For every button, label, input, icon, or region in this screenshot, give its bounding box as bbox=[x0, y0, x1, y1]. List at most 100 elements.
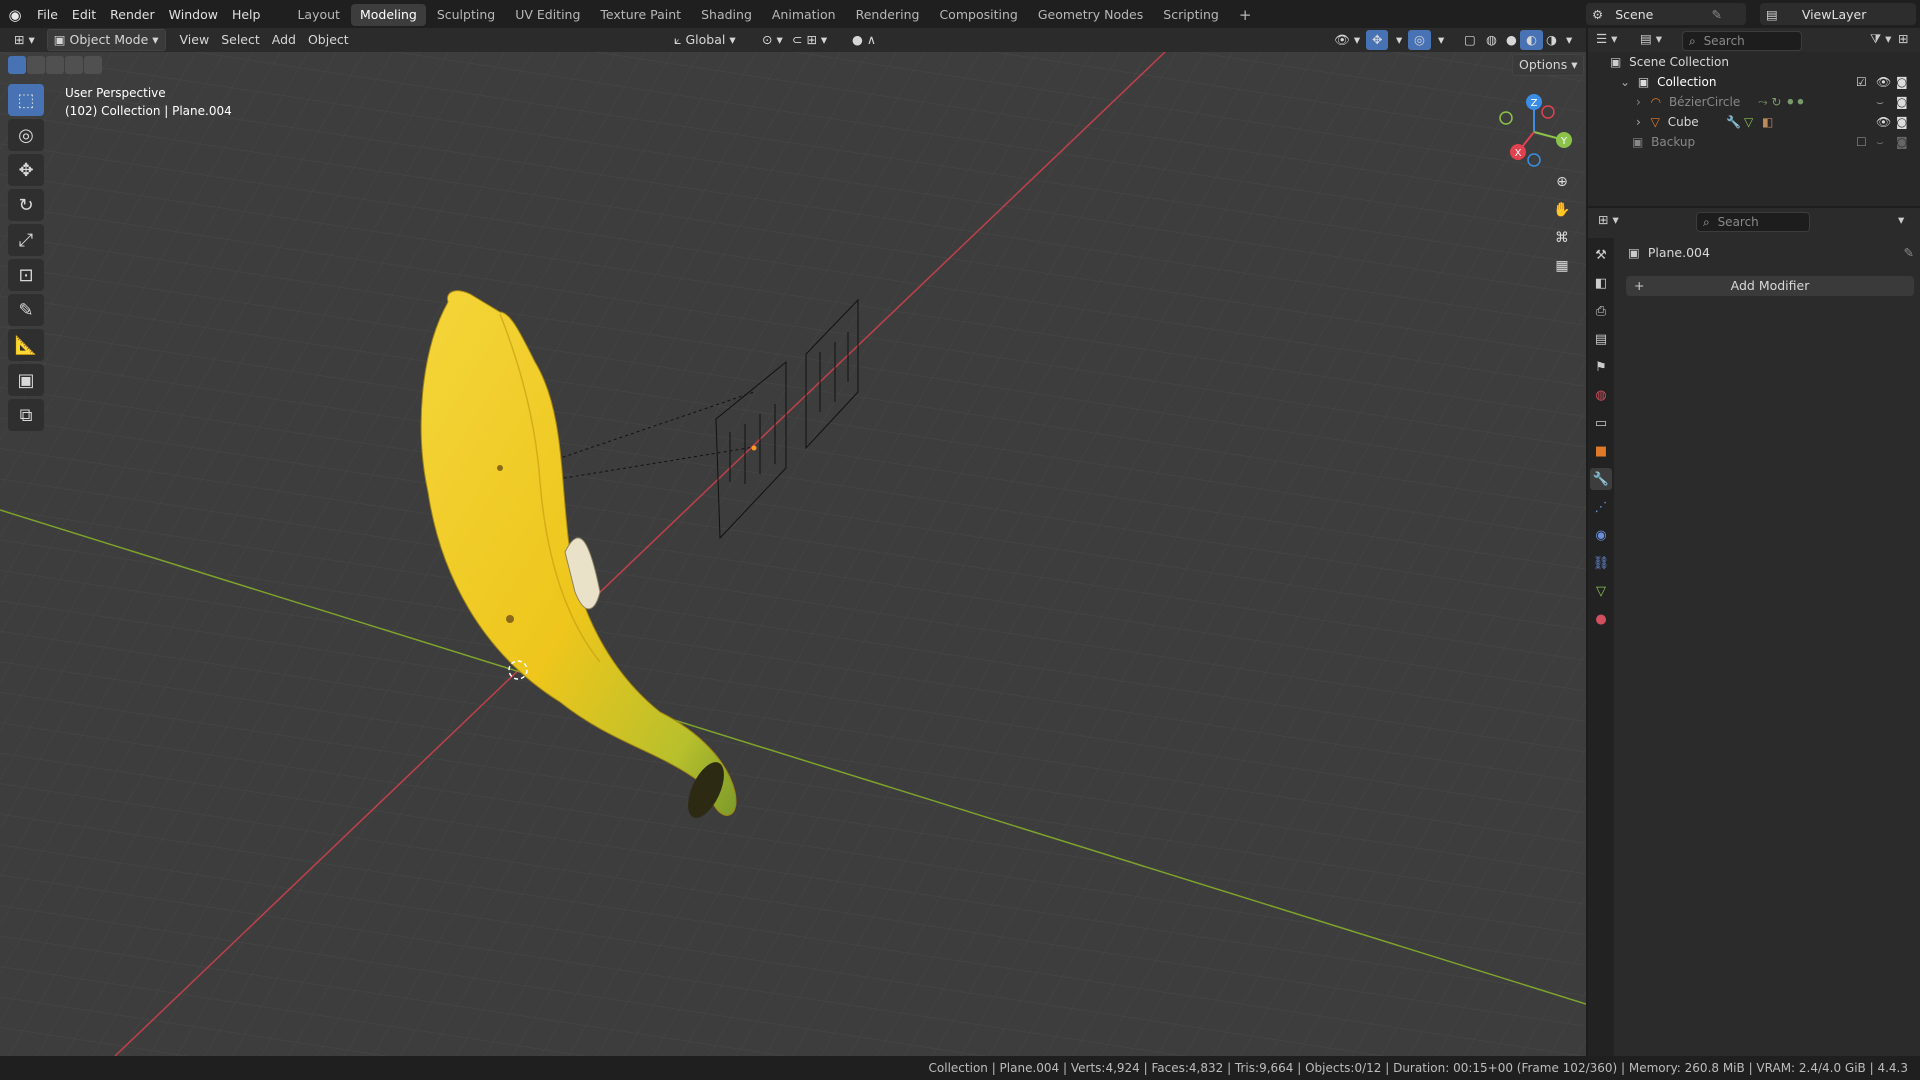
expand-arrow-icon[interactable]: ⌄ bbox=[1620, 75, 1630, 89]
tab-modeling[interactable]: Modeling bbox=[350, 4, 426, 26]
expand-arrow-icon[interactable]: › bbox=[1636, 115, 1641, 129]
menu-window[interactable]: Window bbox=[162, 0, 225, 30]
data-tab-icon[interactable]: ▽ bbox=[1590, 580, 1612, 602]
add-cube-tool-icon[interactable]: ▣ bbox=[8, 364, 44, 396]
eye-icon[interactable]: 👁 bbox=[1876, 72, 1891, 92]
menu-select[interactable]: Select bbox=[215, 30, 266, 50]
viewport-scene[interactable] bbox=[0, 52, 1586, 1056]
material-tab-icon[interactable]: ● bbox=[1590, 608, 1612, 630]
annotate-tool-icon[interactable]: ✎ bbox=[8, 294, 44, 326]
zoom-icon[interactable]: ⊕ bbox=[1548, 168, 1576, 196]
tool-tab-icon[interactable]: ⚒ bbox=[1590, 244, 1612, 266]
properties-search-input[interactable]: ⌕ Search bbox=[1696, 212, 1810, 232]
eye-icon[interactable]: 👁 bbox=[1876, 112, 1891, 132]
camera-view-icon[interactable]: ⌘ bbox=[1548, 224, 1576, 252]
modifier-tab-icon[interactable]: 🔧 bbox=[1590, 468, 1612, 490]
visibility-icon[interactable]: 👁 ▾ bbox=[1328, 30, 1366, 50]
output-tab-icon[interactable]: ⎙ bbox=[1590, 300, 1612, 322]
tab-geometry-nodes[interactable]: Geometry Nodes bbox=[1029, 4, 1152, 26]
outliner-editor-icon[interactable]: ☰ ▾ bbox=[1596, 31, 1617, 46]
pin-icon[interactable]: ✎ bbox=[1712, 7, 1722, 22]
properties-editor-icon[interactable]: ⊞ ▾ bbox=[1598, 212, 1619, 227]
scale-tool-icon[interactable]: ⤢ bbox=[8, 224, 44, 256]
pin-icon[interactable]: ✎ bbox=[1904, 245, 1914, 260]
move-tool-icon[interactable]: ✥ bbox=[8, 154, 44, 186]
ortho-grid-icon[interactable]: ▦ bbox=[1548, 252, 1576, 280]
exclude-checkbox[interactable]: ☐ bbox=[1856, 132, 1867, 152]
transform-tool-icon[interactable]: ⊡ bbox=[8, 259, 44, 291]
snap-icon[interactable]: ⊂ ⊞ ▾ bbox=[786, 30, 833, 50]
mode-dropdown[interactable]: ▣ Object Mode ▾ bbox=[46, 29, 166, 51]
select-intersect-icon[interactable] bbox=[84, 56, 102, 74]
camera-icon[interactable]: ◙ bbox=[1896, 132, 1908, 152]
menu-view[interactable]: View bbox=[174, 30, 216, 50]
outliner-row-collection[interactable]: ⌄ ▣ Collection ☑ 👁 ◙ bbox=[1588, 72, 1920, 92]
editor-type-icon[interactable]: ⊞ ▾ bbox=[8, 30, 41, 50]
object-tab-icon[interactable]: ■ bbox=[1590, 440, 1612, 462]
overlay-toggle-icon[interactable]: ◎ bbox=[1408, 30, 1431, 50]
select-invert-icon[interactable] bbox=[65, 56, 83, 74]
collection-tab-icon[interactable]: ▭ bbox=[1590, 412, 1612, 434]
camera-icon[interactable]: ◙ bbox=[1896, 72, 1908, 92]
render-tab-icon[interactable]: ◧ bbox=[1590, 272, 1612, 294]
shading-dropdown-icon[interactable]: ▾ bbox=[1560, 30, 1578, 50]
pan-hand-icon[interactable]: ✋ bbox=[1548, 196, 1576, 224]
outliner-search-input[interactable]: ⌕ Search bbox=[1682, 31, 1802, 51]
proportional-edit-icon[interactable]: ● ∧ bbox=[846, 30, 882, 50]
select-extend-icon[interactable] bbox=[27, 56, 45, 74]
outliner-row-cube[interactable]: › ▽ Cube 🔧 ▽ ◧ 👁 ◙ bbox=[1588, 112, 1920, 132]
scene-tab-icon[interactable]: ⚑ bbox=[1590, 356, 1612, 378]
view-layer-tab-icon[interactable]: ▤ bbox=[1590, 328, 1612, 350]
menu-help[interactable]: Help bbox=[225, 0, 268, 30]
tab-animation[interactable]: Animation bbox=[763, 4, 845, 26]
camera-icon[interactable]: ◙ bbox=[1896, 112, 1908, 132]
menu-file[interactable]: File bbox=[30, 0, 65, 30]
rotate-tool-icon[interactable]: ↻ bbox=[8, 189, 44, 221]
blender-logo-icon[interactable]: ◉ bbox=[0, 6, 30, 24]
tab-rendering[interactable]: Rendering bbox=[847, 4, 929, 26]
gizmo-toggle-icon[interactable]: ✥ bbox=[1366, 30, 1389, 50]
tab-compositing[interactable]: Compositing bbox=[930, 4, 1026, 26]
tab-layout[interactable]: Layout bbox=[288, 4, 349, 26]
3d-viewport[interactable]: User Perspective (102) Collection | Plan… bbox=[0, 52, 1586, 1056]
hidden-icon[interactable]: ⌣ bbox=[1876, 132, 1884, 152]
tab-uv-editing[interactable]: UV Editing bbox=[506, 4, 589, 26]
hidden-icon[interactable]: ⌣ bbox=[1876, 92, 1884, 112]
add-modifier-button[interactable]: + Add Modifier bbox=[1626, 276, 1914, 296]
menu-edit[interactable]: Edit bbox=[65, 0, 103, 30]
constraints-tab-icon[interactable]: ⛓ bbox=[1590, 552, 1612, 574]
outliner-row-beziercircle[interactable]: › ◠ BézierCircle ⤳ ↻ ⚫⚫ ⌣ ◙ bbox=[1588, 92, 1920, 112]
new-collection-icon[interactable]: ⊞ bbox=[1898, 31, 1908, 46]
properties-options-icon[interactable]: ▾ bbox=[1898, 212, 1904, 227]
select-subtract-icon[interactable] bbox=[46, 56, 64, 74]
select-box-tool-icon[interactable]: ⬚ bbox=[8, 84, 44, 116]
menu-render[interactable]: Render bbox=[103, 0, 162, 30]
expand-arrow-icon[interactable]: › bbox=[1636, 95, 1641, 109]
measure-tool-icon[interactable]: 📐 bbox=[8, 329, 44, 361]
tab-texture-paint[interactable]: Texture Paint bbox=[591, 4, 690, 26]
menu-object[interactable]: Object bbox=[302, 30, 355, 50]
outliner-row-backup[interactable]: ▣ Backup ☐ ⌣ ◙ bbox=[1588, 132, 1920, 152]
tab-shading[interactable]: Shading bbox=[692, 4, 761, 26]
scene-selector[interactable]: ⚙ Scene ✎ bbox=[1586, 3, 1746, 25]
options-dropdown[interactable]: Options ▾ bbox=[1512, 54, 1585, 76]
pivot-icon[interactable]: ⊙ ▾ bbox=[756, 30, 789, 50]
xray-icon[interactable]: ▢ bbox=[1458, 30, 1482, 50]
navigation-gizmo[interactable]: Z Y X bbox=[1494, 88, 1574, 168]
tab-sculpting[interactable]: Sculpting bbox=[428, 4, 504, 26]
world-tab-icon[interactable]: ◍ bbox=[1590, 384, 1612, 406]
particles-tab-icon[interactable]: ⋰ bbox=[1590, 496, 1612, 518]
transform-orientation-dropdown[interactable]: ⟀ Global ▾ bbox=[668, 30, 742, 50]
physics-tab-icon[interactable]: ◉ bbox=[1590, 524, 1612, 546]
scene-collection-row[interactable]: ▣ Scene Collection bbox=[1588, 52, 1920, 72]
exclude-checkbox[interactable]: ☑ bbox=[1856, 72, 1867, 92]
select-new-icon[interactable] bbox=[8, 56, 26, 74]
filter-icon[interactable]: ⧩ ▾ bbox=[1870, 31, 1891, 47]
menu-add[interactable]: Add bbox=[266, 30, 302, 50]
display-mode-icon[interactable]: ▤ ▾ bbox=[1640, 31, 1662, 46]
camera-icon[interactable]: ◙ bbox=[1896, 92, 1908, 112]
add-object-tool-icon[interactable]: ⧉ bbox=[8, 399, 44, 431]
overlay-dropdown-icon[interactable]: ▾ bbox=[1432, 30, 1450, 50]
add-workspace-button[interactable]: + bbox=[1230, 4, 1261, 26]
cursor-tool-icon[interactable]: ◎ bbox=[8, 119, 44, 151]
